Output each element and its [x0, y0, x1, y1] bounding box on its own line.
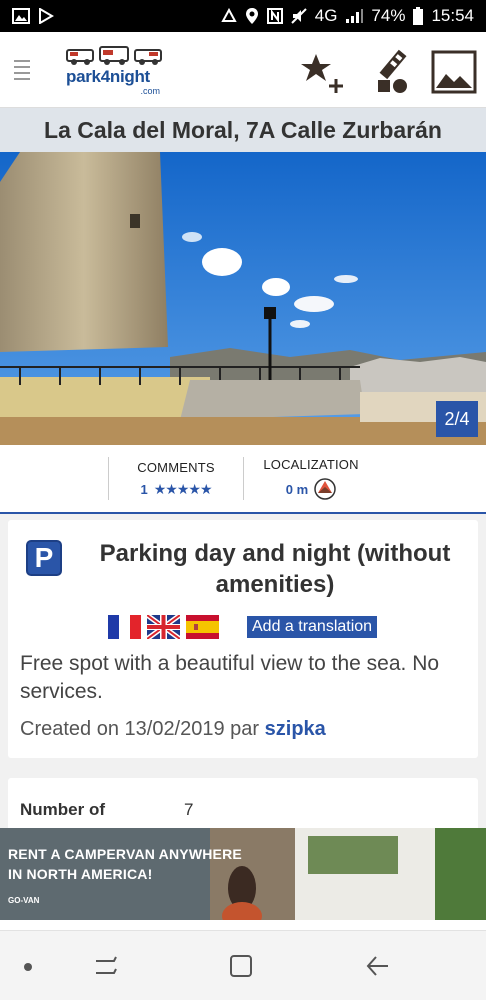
ad-banner[interactable]: RENT A CAMPERVAN ANYWHERE IN NORTH AMERI… — [0, 828, 486, 920]
battery-percent: 74% — [371, 6, 406, 25]
add-favorite-icon[interactable] — [298, 48, 346, 96]
battery-icon — [413, 7, 424, 25]
nfc-icon — [266, 8, 283, 24]
signal-icon — [346, 9, 364, 23]
image-icon — [12, 8, 30, 24]
parking-badge-icon: P — [26, 540, 62, 576]
place-title: La Cala del Moral, 7A Calle Zurbarán — [44, 116, 442, 143]
system-nav-bar — [0, 930, 486, 1000]
logo-suffix: .com — [140, 86, 160, 96]
logo-text: park4night — [66, 67, 150, 86]
dot-icon[interactable] — [22, 961, 34, 973]
created-info: Created on 13/02/2019 par szipka — [20, 718, 326, 741]
ad-line-1: RENT A CAMPERVAN ANYWHERE — [8, 846, 242, 862]
gallery-icon[interactable] — [430, 48, 478, 96]
home-icon[interactable] — [228, 953, 254, 979]
app-header: park4night .com — [0, 32, 486, 108]
details-card: P Parking day and night (without ameniti… — [8, 520, 478, 758]
place-description: Free spot with a beautiful view to the s… — [20, 652, 440, 703]
flag-gb-icon[interactable] — [147, 615, 180, 639]
ad-line-2: IN NORTH AMERICA! — [8, 866, 153, 882]
photo-counter[interactable]: 2/4 — [436, 401, 478, 437]
mute-icon — [291, 8, 307, 24]
recycle-icon — [221, 8, 237, 22]
recents-icon[interactable] — [92, 953, 120, 979]
localization-stat[interactable]: LOCALIZATION 0 m — [243, 457, 378, 500]
clock: 15:54 — [431, 6, 474, 25]
author-link[interactable]: szipka — [265, 718, 326, 740]
logo-vans — [66, 46, 166, 66]
info-value: 7 — [184, 800, 194, 819]
stats-bar: COMMENTS 1 ★★★★★ LOCALIZATION 0 m — [0, 445, 486, 514]
rating-stars: ★★★★★ — [153, 480, 213, 497]
compass-icon — [314, 478, 336, 500]
logo[interactable]: park4night .com — [66, 46, 166, 96]
language-selector: Add a translation — [108, 615, 378, 639]
menu-icon[interactable] — [14, 60, 30, 80]
created-text: Created on 13/02/2019 par — [20, 718, 260, 740]
status-bar: 4G 74% 15:54 — [0, 0, 486, 32]
flag-es-icon[interactable] — [186, 615, 219, 639]
place-type-title: Parking day and night (without amenities… — [99, 540, 451, 598]
network-type: 4G — [314, 6, 338, 25]
title-bar: La Cala del Moral, 7A Calle Zurbarán — [0, 108, 486, 152]
back-icon[interactable] — [364, 953, 392, 979]
place-photo[interactable]: 2/4 — [0, 152, 486, 445]
add-translation-button[interactable]: Add a translation — [247, 616, 378, 638]
flag-fr-icon[interactable] — [108, 615, 141, 639]
localization-label: LOCALIZATION — [263, 457, 359, 472]
comments-stat[interactable]: COMMENTS 1 ★★★★★ — [108, 457, 243, 500]
ad-headline: RENT A CAMPERVAN ANYWHERE IN NORTH AMERI… — [8, 844, 242, 884]
comments-count: 1 — [140, 481, 148, 497]
info-label: Number of — [20, 800, 105, 819]
ad-brand: GO-VAN — [8, 896, 40, 905]
distance-value: 0 m — [285, 481, 309, 497]
location-icon — [245, 8, 258, 24]
directions-icon[interactable] — [364, 48, 412, 96]
comments-label: COMMENTS — [137, 459, 215, 475]
play-store-icon — [39, 8, 54, 24]
